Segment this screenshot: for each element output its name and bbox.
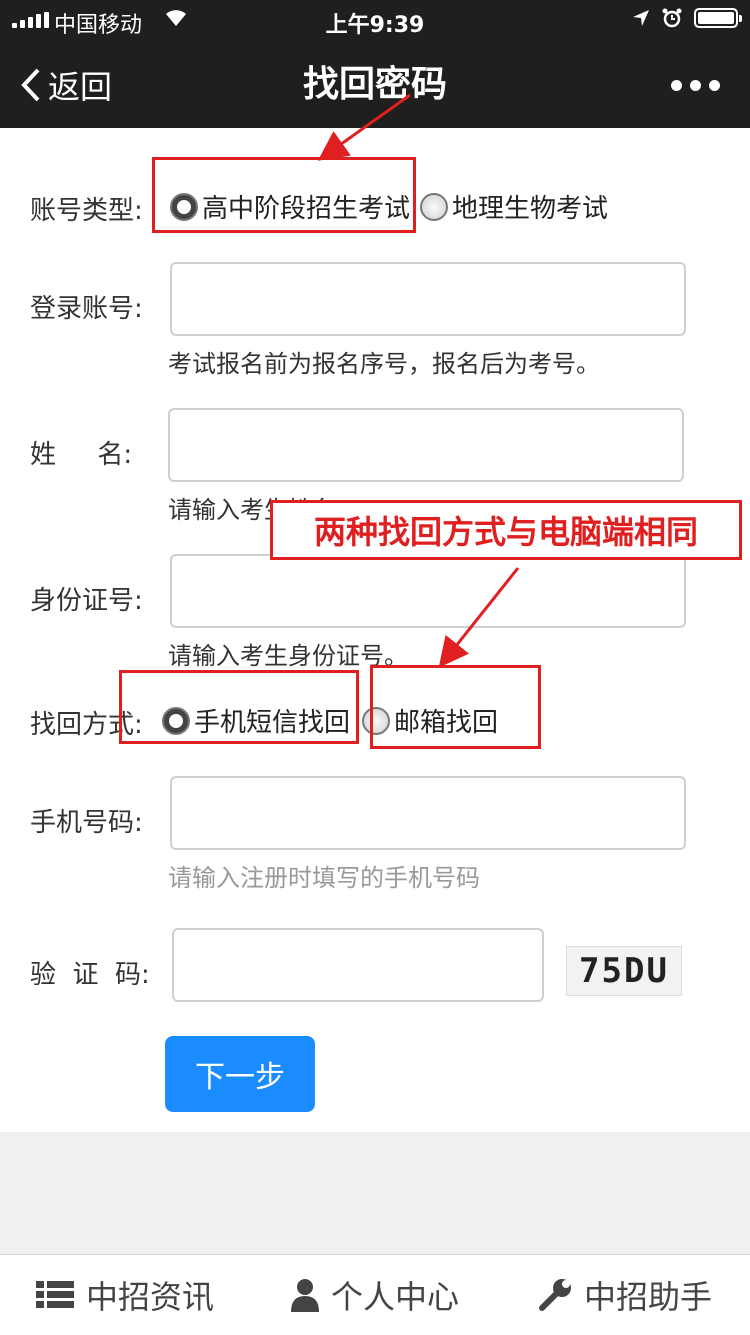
tab-label: 中招资讯	[85, 1278, 214, 1316]
annotation-arrow-middle	[438, 567, 520, 668]
tab-personal-center[interactable]: 个人中心	[250, 1255, 500, 1335]
list-icon	[35, 1281, 74, 1308]
annotation-arrow-top	[317, 93, 411, 161]
user-icon	[290, 1279, 319, 1312]
tab-label: 个人中心	[330, 1278, 459, 1316]
tab-label: 中招助手	[583, 1278, 712, 1316]
tab-news[interactable]: 中招资讯	[0, 1255, 250, 1335]
bottom-tab-bar: 中招资讯 个人中心 中招助手	[0, 1254, 750, 1335]
tab-assistant[interactable]: 中招助手	[500, 1255, 750, 1335]
wrench-icon	[538, 1279, 571, 1311]
page-footer-space	[0, 1132, 750, 1254]
